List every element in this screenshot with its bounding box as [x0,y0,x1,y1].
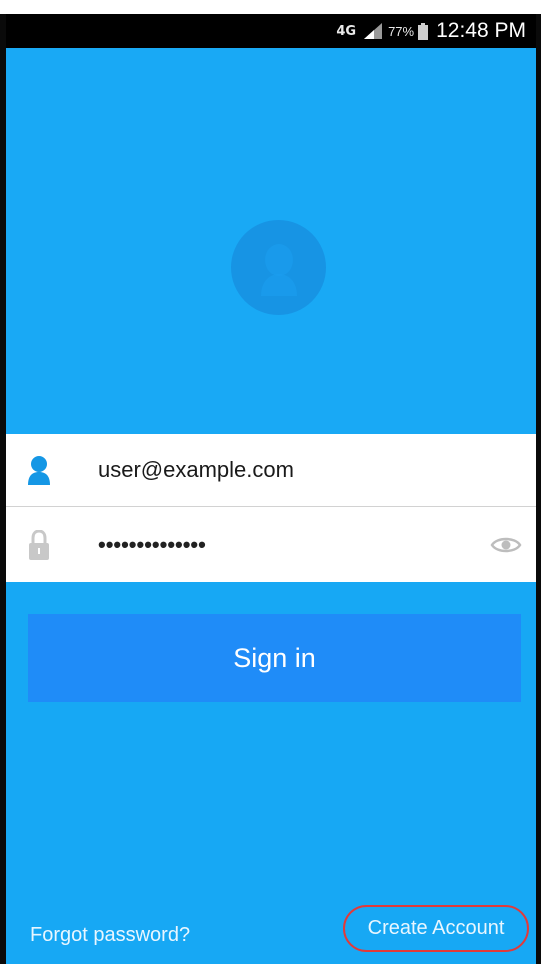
create-account-label: Create Account [367,917,505,939]
password-value[interactable]: •••••••••••••• [98,532,490,558]
username-field[interactable]: user@example.com [6,434,536,507]
person-icon [28,456,50,485]
screen: 4G 77% 12:48 PM user@example.com •••••••… [0,0,541,964]
signal-icon [364,23,383,39]
app-screen: 4G 77% 12:48 PM user@example.com •••••••… [6,14,536,964]
username-value[interactable]: user@example.com [98,457,536,483]
device-frame: 4G 77% 12:48 PM user@example.com •••••••… [0,14,541,964]
status-bar: 4G 77% 12:48 PM [6,14,536,48]
network-indicator: 4G [336,23,357,39]
battery-icon [418,22,429,40]
lock-icon [29,529,49,560]
status-time: 12:48 PM [436,19,526,42]
login-form: user@example.com •••••••••••••• [6,434,536,582]
user-avatar-icon [231,220,326,315]
battery-percent: 77% [388,23,415,39]
avatar-silhouette-icon [260,243,297,296]
password-field[interactable]: •••••••••••••• [6,508,536,581]
forgot-password-link[interactable]: Forgot password? [30,924,190,947]
create-account-link[interactable]: Create Account [343,905,529,952]
eye-icon[interactable] [490,534,522,556]
sign-in-button[interactable]: Sign in [28,614,521,702]
header-area [6,48,536,434]
